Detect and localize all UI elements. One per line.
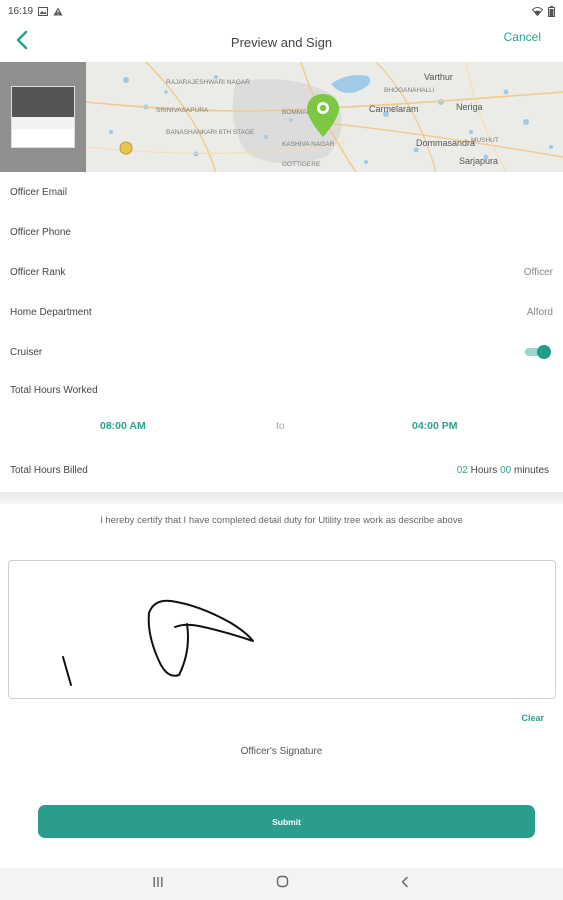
chevron-left-icon — [15, 30, 29, 55]
officer-fields: Officer Email Officer Phone Officer Rank… — [0, 172, 563, 372]
recent-apps-icon — [152, 875, 164, 893]
officer-rank-row[interactable]: Officer Rank Officer — [0, 252, 563, 292]
warning-notification-icon — [53, 7, 63, 16]
cruiser-toggle[interactable] — [525, 345, 551, 359]
start-time-picker[interactable]: 08:00 AM — [100, 420, 146, 432]
map-view[interactable]: RAJARAJESHWARI NAGAR SRINIVASAPURA BANAS… — [86, 62, 563, 172]
billed-hours: 02 — [456, 465, 468, 476]
time-separator: to — [276, 420, 285, 432]
signature-caption: Officer's Signature — [240, 746, 323, 757]
map-label: Dommasandra — [416, 138, 475, 148]
gallery-notification-icon — [38, 6, 49, 16]
cancel-button[interactable]: Cancel — [504, 30, 541, 44]
map-label: KASHIVA NAGAR — [282, 141, 335, 148]
cruiser-row: Cruiser — [0, 332, 563, 372]
map-label: RAJARAJESHWARI NAGAR — [166, 79, 250, 86]
map-label: SRINIVASAPURA — [156, 107, 209, 114]
field-value: Officer — [523, 266, 553, 278]
app-bar: Preview and Sign Cancel — [0, 22, 563, 62]
billed-minutes: 00 — [500, 465, 512, 476]
clear-signature-button[interactable]: Clear — [521, 713, 544, 723]
recent-apps-button[interactable] — [138, 868, 178, 900]
status-time: 16:19 — [8, 5, 34, 17]
officer-phone-row[interactable]: Officer Phone — [0, 212, 563, 252]
map-label: Varthur — [424, 72, 453, 82]
wifi-icon — [532, 6, 543, 16]
map-label: MUSHUT — [471, 137, 499, 144]
system-back-button[interactable] — [385, 868, 425, 900]
submit-button[interactable]: Submit — [38, 805, 535, 838]
map-label: Carmelaram — [369, 104, 419, 114]
signature-stroke — [62, 599, 254, 686]
total-hours-billed-row: Total Hours Billed 02 Hours 00 minutes — [0, 465, 563, 483]
map-label: BHOGANAHALLI — [384, 87, 435, 94]
battery-icon — [548, 5, 555, 17]
time-range: 08:00 AM to 04:00 PM — [0, 420, 563, 438]
chevron-left-icon — [400, 875, 410, 893]
billed-value: 02 Hours 00 minutes — [457, 465, 549, 476]
certification-text: I hereby certify that I have completed d… — [100, 515, 463, 526]
map-graphic: RAJARAJESHWARI NAGAR SRINIVASAPURA BANAS… — [86, 62, 563, 172]
billed-minutes-unit: minutes — [513, 465, 549, 476]
map-label: BANASHANKARI 6TH STAGE — [166, 129, 255, 136]
field-label: Officer Email — [10, 186, 68, 198]
thumbnail-image — [11, 86, 75, 148]
field-label: Officer Phone — [10, 226, 71, 238]
home-icon — [276, 875, 289, 893]
back-button[interactable] — [8, 28, 36, 56]
officer-email-row[interactable]: Officer Email — [0, 172, 563, 212]
map-preview: RAJARAJESHWARI NAGAR SRINIVASAPURA BANAS… — [0, 62, 563, 172]
signature-pad[interactable] — [8, 560, 556, 699]
total-hours-worked-label: Total Hours Worked — [10, 385, 98, 396]
page-title: Preview and Sign — [230, 34, 333, 50]
home-department-row[interactable]: Home Department Alford — [0, 292, 563, 332]
status-bar: 16:19 — [0, 0, 563, 22]
map-thumbnail[interactable] — [0, 62, 86, 172]
field-label: Home Department — [10, 306, 92, 318]
field-value: Alford — [526, 306, 553, 318]
map-label: Neriga — [456, 102, 483, 112]
section-divider — [0, 492, 563, 504]
billed-hours-unit: Hours — [470, 465, 498, 476]
cruiser-label: Cruiser — [10, 346, 43, 358]
billed-label: Total Hours Billed — [10, 465, 88, 476]
home-button[interactable] — [262, 868, 302, 900]
map-label: GOTTIGERE — [282, 161, 321, 168]
system-nav-bar — [0, 868, 563, 900]
end-time-picker[interactable]: 04:00 PM — [412, 420, 458, 432]
map-label: Sarjapura — [459, 156, 498, 166]
field-label: Officer Rank — [10, 266, 66, 278]
